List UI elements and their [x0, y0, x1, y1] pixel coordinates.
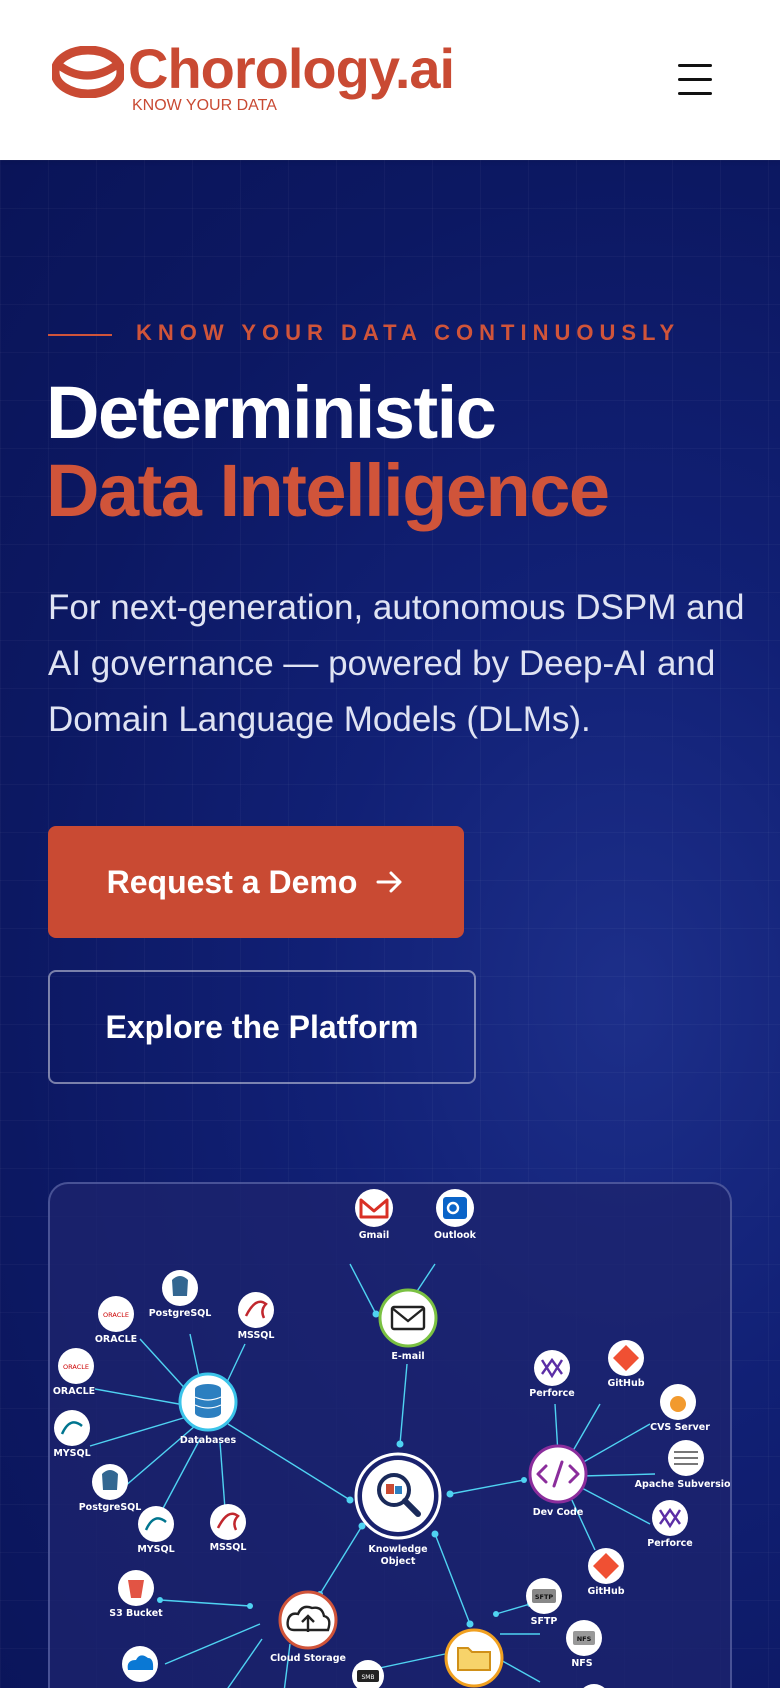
smb-node: SMB	[352, 1660, 384, 1688]
svn-label: Apache Subversion	[635, 1479, 732, 1490]
outlook-icon	[443, 1197, 467, 1219]
outlook-label: Outlook	[434, 1230, 477, 1241]
mssql-node-2	[210, 1504, 246, 1540]
github-node-2	[588, 1548, 624, 1584]
sftp-badge: SFTP	[535, 1593, 554, 1601]
mysql-node-2	[138, 1506, 174, 1542]
smb-badge: SMB	[361, 1674, 374, 1681]
hero-description: For next-generation, autonomous DSPM and…	[48, 588, 745, 739]
mysql-label-2: MYSQL	[137, 1544, 174, 1555]
postgresql-icon	[172, 1276, 188, 1296]
s3-node	[118, 1570, 154, 1606]
nfs-node: NFS	[566, 1620, 602, 1656]
oracle-node-1: ORACLE	[98, 1296, 134, 1332]
diagram-link-dots	[157, 1310, 533, 1628]
drive-node	[583, 1684, 605, 1688]
email-hub-node	[378, 1288, 438, 1348]
postgres-node-1	[162, 1270, 198, 1306]
hamburger-menu-button[interactable]	[668, 58, 720, 102]
menu-bar	[678, 78, 712, 81]
logo[interactable]: Chorology.ai KNOW YOUR DATA	[52, 37, 502, 122]
perforce-node-2	[652, 1500, 688, 1536]
sftp-node: SFTP	[526, 1578, 562, 1614]
postgres-label-2: PostgreSQL	[79, 1502, 142, 1513]
hero-eyebrow: KNOW YOUR DATA CONTINUOUSLY	[136, 320, 681, 345]
oracle-badge-1: ORACLE	[103, 1311, 129, 1319]
perforce-label-1: Perforce	[529, 1388, 575, 1399]
hero-title-line2: Data Intelligence	[46, 449, 610, 532]
oracle-label-2: ORACLE	[53, 1386, 95, 1397]
logo-mark-icon	[52, 46, 124, 98]
eyebrow-divider	[48, 334, 112, 336]
explore-platform-label: Explore the Platform	[105, 1008, 419, 1045]
hero-title-line1: Deterministic	[46, 371, 497, 454]
perforce-node-1	[534, 1350, 570, 1386]
diagram-svg: Gmail Outlook E-mail Databases PostgreSQ…	[53, 1189, 732, 1688]
postgres-node-2	[92, 1464, 128, 1500]
menu-bar	[678, 64, 712, 67]
gmail-node	[355, 1189, 393, 1227]
github-node-1	[608, 1340, 644, 1376]
knowledge-object-node[interactable]	[354, 1452, 442, 1540]
cvs-label: CVS Server	[650, 1422, 710, 1433]
data-sources-diagram: Gmail Outlook E-mail Databases PostgreSQ…	[48, 1182, 732, 1688]
postgresql-icon	[102, 1470, 118, 1490]
oracle-badge-2: ORACLE	[63, 1363, 89, 1371]
perforce-label-2: Perforce	[647, 1538, 693, 1549]
cvs-icon	[670, 1396, 686, 1412]
mssql-label-1: MSSQL	[238, 1330, 275, 1341]
logo-tagline: KNOW YOUR DATA	[132, 97, 277, 114]
dev-code-hub-node	[528, 1444, 588, 1504]
menu-bar	[678, 92, 712, 95]
sftp-label: SFTP	[531, 1616, 558, 1627]
outlook-node	[436, 1189, 474, 1227]
mysql-node-1	[54, 1410, 90, 1446]
gmail-label: Gmail	[359, 1230, 390, 1241]
s3-label: S3 Bucket	[109, 1608, 163, 1619]
email-hub-label: E-mail	[391, 1351, 424, 1362]
mysql-label-1: MYSQL	[53, 1448, 90, 1459]
cvs-node	[660, 1384, 696, 1420]
mssql-node-1	[238, 1292, 274, 1328]
databases-hub-node	[178, 1372, 238, 1432]
cloud-storage-hub-label: Cloud Storage	[270, 1653, 346, 1664]
nfs-badge: NFS	[577, 1635, 592, 1643]
oracle-label-1: ORACLE	[95, 1334, 137, 1345]
folder-icon	[457, 1647, 491, 1671]
svn-node	[668, 1440, 704, 1476]
cloud-storage-hub-node	[278, 1590, 338, 1650]
databases-hub-label: Databases	[180, 1435, 237, 1446]
github-label-1: GitHub	[607, 1378, 644, 1389]
knowledge-object-label-1: Knowledge	[368, 1544, 427, 1555]
database-icon	[195, 1384, 221, 1418]
hero-section: KNOW YOUR DATA CONTINUOUSLY Deterministi…	[0, 160, 780, 1688]
files-hub-node	[444, 1628, 504, 1688]
github-label-2: GitHub	[587, 1586, 624, 1597]
request-demo-button[interactable]: Request a Demo	[48, 826, 464, 938]
explore-platform-button[interactable]: Explore the Platform	[48, 970, 476, 1084]
postgres-label-1: PostgreSQL	[149, 1308, 212, 1319]
site-header: Chorology.ai KNOW YOUR DATA	[0, 0, 780, 160]
oracle-node-2: ORACLE	[58, 1348, 94, 1384]
logo-text: Chorology.ai	[128, 37, 455, 100]
dev-code-hub-label: Dev Code	[533, 1507, 584, 1518]
request-demo-label: Request a Demo	[106, 863, 358, 900]
nfs-label: NFS	[571, 1658, 592, 1669]
knowledge-object-label-2: Object	[381, 1556, 416, 1567]
onedrive-node	[122, 1646, 158, 1682]
arrow-right-icon	[376, 871, 402, 893]
mssql-label-2: MSSQL	[210, 1542, 247, 1553]
